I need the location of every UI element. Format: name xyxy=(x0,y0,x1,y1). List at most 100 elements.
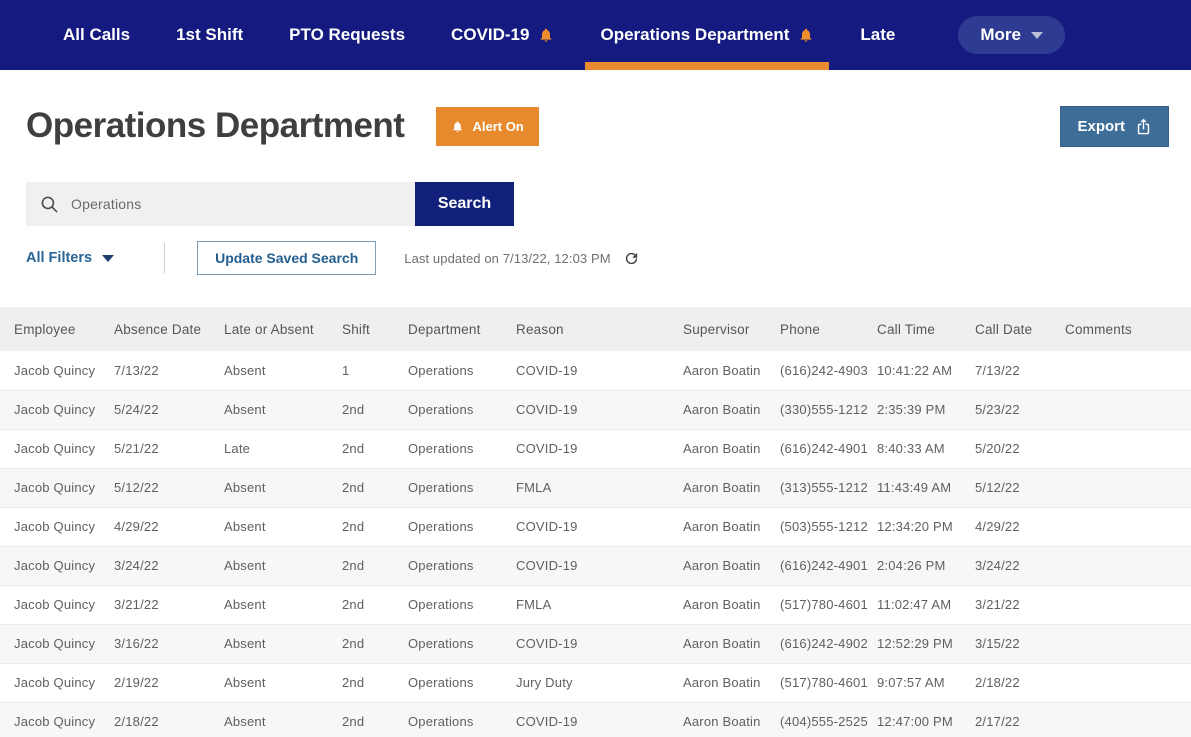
table-cell: COVID-19 xyxy=(516,507,683,546)
table-cell: Aaron Boatin xyxy=(683,546,780,585)
table-cell: (503)555-1212 xyxy=(780,507,877,546)
search-icon xyxy=(40,195,59,214)
table-cell: 3/15/22 xyxy=(975,624,1065,663)
table-row: Jacob Quincy2/18/22Absent2ndOperationsCO… xyxy=(0,702,1191,737)
search-input[interactable] xyxy=(71,196,401,212)
table-cell: 12:47:00 PM xyxy=(877,702,975,737)
table-cell: Jacob Quincy xyxy=(0,585,114,624)
search-button[interactable]: Search xyxy=(415,182,514,226)
table-cell: Absent xyxy=(224,624,342,663)
tab-covid-19[interactable]: COVID-19 xyxy=(436,0,569,70)
more-button[interactable]: More xyxy=(958,16,1065,54)
table-cell: Jacob Quincy xyxy=(0,663,114,702)
table-cell: 9:07:57 AM xyxy=(877,663,975,702)
tab-1st-shift[interactable]: 1st Shift xyxy=(161,0,258,70)
table-cell: 1 xyxy=(342,351,408,390)
table-cell: 3/24/22 xyxy=(975,546,1065,585)
table-cell: 11:02:47 AM xyxy=(877,585,975,624)
export-label: Export xyxy=(1077,118,1125,135)
export-button[interactable]: Export xyxy=(1060,106,1169,147)
tab-all-calls[interactable]: All Calls xyxy=(48,0,145,70)
table-cell: Jacob Quincy xyxy=(0,468,114,507)
tab-late[interactable]: Late xyxy=(845,0,910,70)
table-cell: 2nd xyxy=(342,663,408,702)
table-cell: Jacob Quincy xyxy=(0,702,114,737)
column-header-employee: Employee xyxy=(0,307,114,351)
all-filters-dropdown[interactable]: All Filters xyxy=(26,250,114,266)
table-cell: Jury Duty xyxy=(516,663,683,702)
table-cell: Operations xyxy=(408,663,516,702)
table-cell: 2nd xyxy=(342,546,408,585)
table-cell: Aaron Boatin xyxy=(683,624,780,663)
table-cell: COVID-19 xyxy=(516,390,683,429)
table-cell: 3/21/22 xyxy=(975,585,1065,624)
table-cell: Operations xyxy=(408,624,516,663)
table-cell: Jacob Quincy xyxy=(0,390,114,429)
table-cell: (616)242-4901 xyxy=(780,546,877,585)
page-title: Operations Department xyxy=(26,106,404,146)
table-cell: Operations xyxy=(408,468,516,507)
tab-operations-department[interactable]: Operations Department xyxy=(585,0,829,70)
table-cell: 2/17/22 xyxy=(975,702,1065,737)
table-cell: 3/16/22 xyxy=(114,624,224,663)
main-content: Operations Department Alert On Export Se… xyxy=(0,102,1191,737)
table-row: Jacob Quincy3/21/22Absent2ndOperationsFM… xyxy=(0,585,1191,624)
table-cell: FMLA xyxy=(516,585,683,624)
table-cell: Jacob Quincy xyxy=(0,351,114,390)
table-cell: Aaron Boatin xyxy=(683,351,780,390)
table-row: Jacob Quincy5/24/22Absent2ndOperationsCO… xyxy=(0,390,1191,429)
table-cell: Absent xyxy=(224,546,342,585)
table-row: Jacob Quincy 3/24/22 Absent2ndOperationsCO… xyxy=(0,546,1191,585)
table-cell: Operations xyxy=(408,390,516,429)
alert-on-badge[interactable]: Alert On xyxy=(436,107,538,146)
search-input-wrap xyxy=(26,182,415,226)
tab-label: COVID-19 xyxy=(451,25,529,45)
table-cell xyxy=(1065,507,1191,546)
table-cell: Jacob Quincy xyxy=(0,507,114,546)
table-cell: 5/21/22 xyxy=(114,429,224,468)
table-cell: COVID-19 xyxy=(516,429,683,468)
table-cell: 2nd xyxy=(342,702,408,737)
table-cell: 2/18/22 xyxy=(114,702,224,737)
table-cell: 2nd xyxy=(342,468,408,507)
table-cell: Jacob Quincy xyxy=(0,546,114,585)
table-cell: Aaron Boatin xyxy=(683,390,780,429)
table-cell: 12:34:20 PM xyxy=(877,507,975,546)
table-cell: COVID-19 xyxy=(516,702,683,737)
update-saved-search-button[interactable]: Update Saved Search xyxy=(197,241,376,275)
refresh-icon[interactable] xyxy=(623,250,640,267)
table-cell: (517)780-4601 xyxy=(780,585,877,624)
last-updated-text: Last updated on 7/13/22, 12:03 PM xyxy=(404,251,610,266)
column-header-shift: Shift xyxy=(342,307,408,351)
table-cell: 2nd xyxy=(342,429,408,468)
tab-label: Late xyxy=(860,25,895,45)
column-header-supervisor: Supervisor xyxy=(683,307,780,351)
table-cell: COVID-19 xyxy=(516,546,683,585)
table-cell: Aaron Boatin xyxy=(683,702,780,737)
table-cell: 7/13/22 xyxy=(114,351,224,390)
table-cell: FMLA xyxy=(516,468,683,507)
column-header-reason: Reason xyxy=(516,307,683,351)
table-cell: Absent xyxy=(224,351,342,390)
chevron-down-icon xyxy=(1031,32,1043,39)
column-header-late-or-absent: Late or Absent xyxy=(224,307,342,351)
table-cell: Operations xyxy=(408,351,516,390)
table-cell: Operations xyxy=(408,546,516,585)
table-cell: 2:35:39 PM xyxy=(877,390,975,429)
table-cell: Absent xyxy=(224,468,342,507)
table-cell: 4/29/22 xyxy=(114,507,224,546)
table-cell: COVID-19 xyxy=(516,351,683,390)
table-cell xyxy=(1065,546,1191,585)
table-row: Jacob Quincy4/29/22Absent2ndOperationsCO… xyxy=(0,507,1191,546)
bell-icon xyxy=(798,27,814,43)
table-cell: 5/23/22 xyxy=(975,390,1065,429)
absence-table: Employee Absence Date Late or Absent Shi… xyxy=(0,307,1191,737)
table-cell: Absent xyxy=(224,663,342,702)
tab-label: 1st Shift xyxy=(176,25,243,45)
table-cell xyxy=(1065,468,1191,507)
tab-pto-requests[interactable]: PTO Requests xyxy=(274,0,420,70)
table-cell: 10:41:22 AM xyxy=(877,351,975,390)
table-cell: Absent xyxy=(224,702,342,737)
table-row: Jacob Quincy5/12/22Absent2ndOperationsFM… xyxy=(0,468,1191,507)
table-cell xyxy=(1065,429,1191,468)
